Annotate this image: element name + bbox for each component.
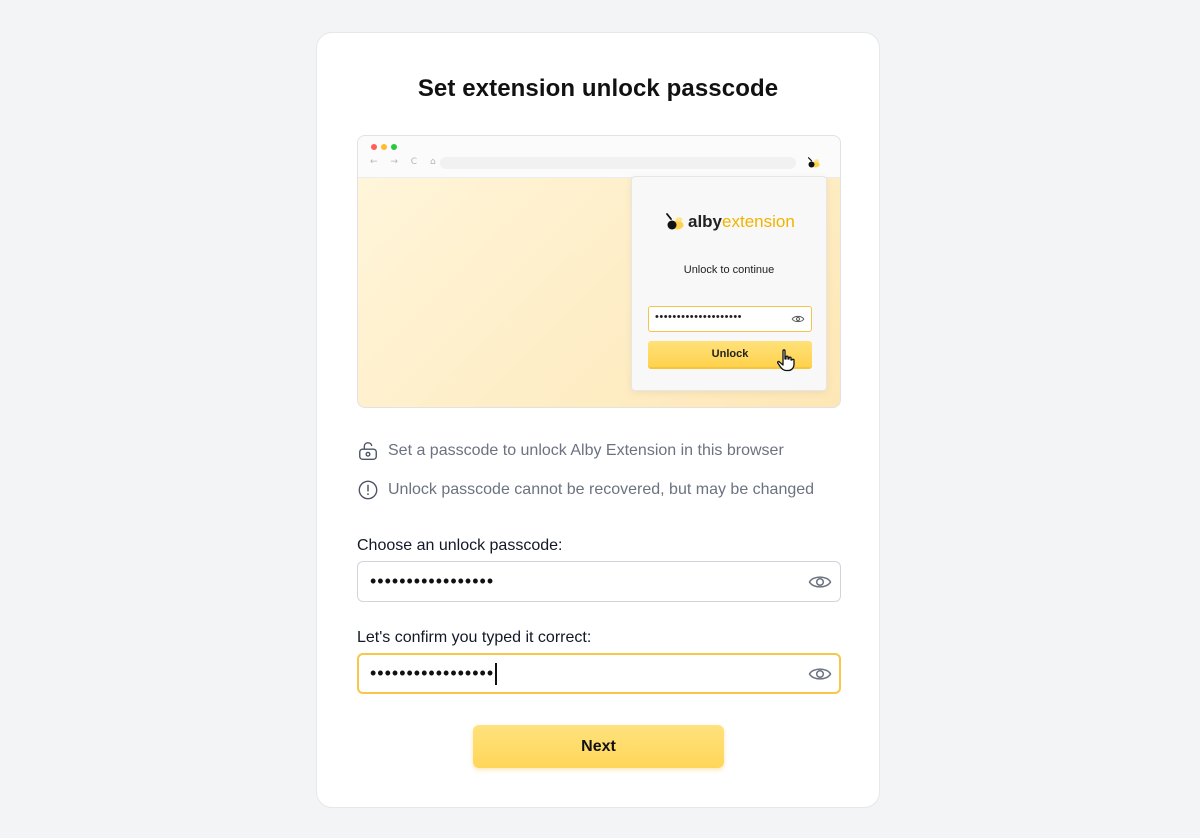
- brand-alby-text: alby: [688, 212, 722, 232]
- show-password-eye-icon[interactable]: [808, 571, 832, 593]
- confirm-passcode-label: Let's confirm you typed it correct:: [357, 629, 591, 647]
- passcode-field[interactable]: •••••••••••••••••: [357, 561, 841, 602]
- alby-bee-icon: [662, 210, 686, 234]
- passcode-value: •••••••••••••••••: [370, 571, 494, 592]
- unlock-icon: [357, 440, 379, 462]
- browser-nav-icons: ← → C ⌂: [370, 157, 441, 167]
- info-unlock-line: Set a passcode to unlock Alby Extension …: [357, 440, 784, 462]
- info-warning-text: Unlock passcode cannot be recovered, but…: [388, 481, 814, 499]
- alert-circle-icon: [357, 479, 379, 501]
- brand-extension-text: extension: [722, 212, 795, 232]
- show-password-eye-icon[interactable]: [808, 663, 832, 685]
- window-maximize-dot: [391, 144, 397, 150]
- unlock-illustration: ← → C ⌂ albyextension Unlock to continue: [357, 135, 841, 408]
- browser-toolbar: ← → C ⌂: [358, 136, 840, 178]
- page-title: Set extension unlock passcode: [317, 75, 879, 103]
- popup-password-mask: ••••••••••••••••••••: [655, 311, 742, 323]
- info-unlock-text: Set a passcode to unlock Alby Extension …: [388, 442, 784, 460]
- url-bar: [440, 157, 796, 169]
- window-minimize-dot: [381, 144, 387, 150]
- window-close-dot: [371, 144, 377, 150]
- alby-extension-logo: albyextension: [662, 210, 795, 234]
- passcode-label: Choose an unlock passcode:: [357, 537, 562, 555]
- eye-icon: [791, 314, 805, 324]
- confirm-passcode-field[interactable]: •••••••••••••••••: [357, 653, 841, 694]
- hand-cursor-icon: [775, 348, 797, 372]
- extension-popup: albyextension Unlock to continue •••••••…: [631, 176, 827, 391]
- passcode-input[interactable]: •••••••••••••••••: [370, 562, 790, 601]
- info-warning-line: Unlock passcode cannot be recovered, but…: [357, 479, 814, 501]
- alby-bee-icon: [804, 154, 822, 172]
- text-caret: [495, 663, 497, 685]
- popup-password-field: ••••••••••••••••••••: [648, 306, 812, 332]
- confirm-passcode-input[interactable]: •••••••••••••••••: [370, 655, 790, 692]
- passcode-card: Set extension unlock passcode ← → C ⌂: [316, 32, 880, 808]
- popup-unlock-text: Unlock to continue: [632, 264, 826, 276]
- next-button[interactable]: Next: [473, 725, 724, 768]
- confirm-passcode-value: •••••••••••••••••: [370, 663, 494, 684]
